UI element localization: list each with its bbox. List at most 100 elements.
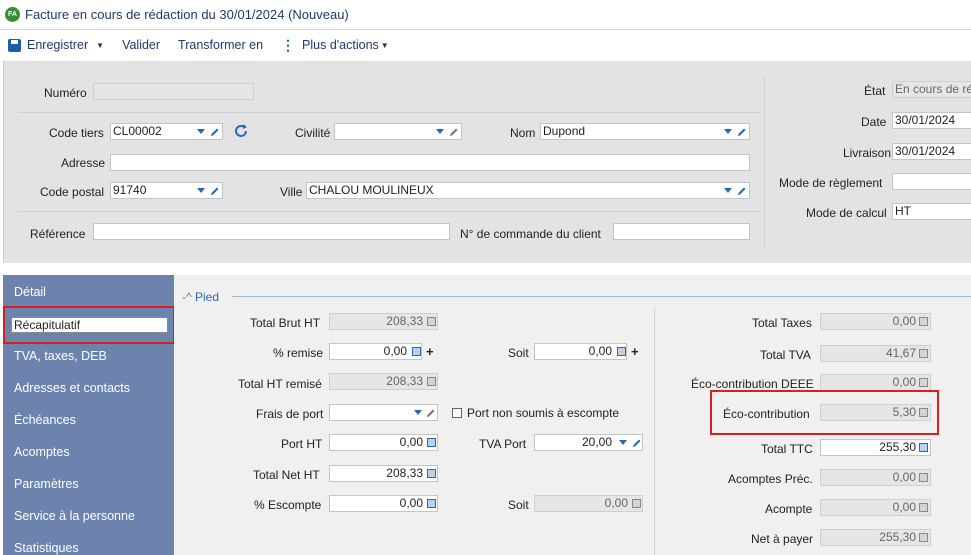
- ville-field[interactable]: CHALOU MOULINEUX: [306, 182, 750, 199]
- mode-calcul-label: Mode de calcul: [806, 206, 887, 220]
- mode-reglement-label: Mode de règlement: [779, 176, 883, 190]
- eco-deee-label: Éco-contribution DEEE: [691, 377, 814, 391]
- divider: [654, 308, 655, 555]
- total-ht-remise-field: 208,33: [329, 373, 438, 390]
- acompte-label: Acompte: [765, 502, 813, 516]
- calculator-icon[interactable]: [617, 347, 626, 356]
- total-ttc-label: Total TTC: [761, 442, 813, 456]
- validate-label: Valider: [122, 38, 161, 52]
- pied-title: Pied: [194, 290, 220, 304]
- soit-escompte-field: 0,00: [534, 495, 643, 512]
- chevron-down-icon[interactable]: [724, 188, 732, 193]
- vertical-dots-icon: ⋮: [281, 36, 296, 53]
- pied-section-header[interactable]: -^ Pied: [182, 290, 219, 304]
- sidebar-item-adresses[interactable]: Adresses et contacts: [14, 381, 130, 395]
- total-brut-field: 208,33: [329, 313, 438, 330]
- date-label: Date: [861, 115, 887, 129]
- reference-field[interactable]: [93, 223, 450, 240]
- divider: [18, 211, 761, 212]
- sidebar-item-acomptes[interactable]: Acomptes: [14, 445, 70, 459]
- commande-client-field[interactable]: [613, 223, 750, 240]
- chevron-down-icon[interactable]: [197, 188, 205, 193]
- soit-label: Soit: [508, 346, 529, 360]
- calculator-icon[interactable]: [427, 438, 436, 447]
- pencil-icon[interactable]: [426, 408, 436, 418]
- date-field[interactable]: 30/01/2024: [892, 112, 971, 129]
- nom-field[interactable]: Dupond: [540, 123, 750, 140]
- highlight-box: [3, 306, 175, 344]
- more-actions-button[interactable]: ⋮ Plus d'actions ▼: [281, 37, 389, 54]
- mode-calcul-field[interactable]: HT: [892, 203, 971, 220]
- chevron-down-icon[interactable]: [436, 129, 444, 134]
- numero-field: [93, 83, 254, 100]
- plus-icon[interactable]: +: [426, 345, 434, 358]
- toolbar: Enregistrer ▼ Valider Transformer en ⋮ P…: [0, 30, 971, 60]
- etat-field: En cours de ré: [892, 81, 971, 98]
- net-payer-field: 255,30: [820, 529, 931, 546]
- civilite-label: Civilité: [295, 126, 331, 140]
- ville-label: Ville: [280, 185, 303, 199]
- validate-button[interactable]: Valider: [122, 38, 160, 52]
- plus-icon[interactable]: +: [631, 345, 639, 358]
- pencil-icon[interactable]: [737, 186, 747, 196]
- pencil-icon[interactable]: [737, 127, 747, 137]
- total-ht-remise-label: Total HT remisé: [238, 377, 322, 391]
- chevron-down-icon[interactable]: [414, 410, 422, 415]
- etat-label: État: [864, 84, 886, 98]
- port-ht-field[interactable]: 0,00: [329, 434, 438, 451]
- sidebar-item-parametres[interactable]: Paramètres: [14, 477, 79, 491]
- sidebar-item-echeances[interactable]: Échéances: [14, 413, 76, 427]
- chevron-down-icon[interactable]: [619, 440, 627, 445]
- port-escompte-checkbox[interactable]: [452, 408, 462, 418]
- pencil-icon[interactable]: [632, 438, 642, 448]
- acompte-field: 0,00: [820, 499, 931, 516]
- port-escompte-label: Port non soumis à escompte: [467, 406, 620, 420]
- transform-button[interactable]: Transformer en: [178, 38, 263, 52]
- reference-label: Référence: [30, 227, 86, 241]
- refresh-icon[interactable]: [233, 123, 249, 139]
- sidebar-item-service-personne[interactable]: Service à la personne: [14, 509, 135, 523]
- numero-label: Numéro: [44, 86, 87, 100]
- commande-client-label: N° de commande du client: [460, 227, 601, 241]
- chevron-down-icon[interactable]: [197, 129, 205, 134]
- pencil-icon[interactable]: [449, 127, 459, 137]
- escompte-field[interactable]: 0,00: [329, 495, 438, 512]
- sidebar-item-tva[interactable]: TVA, taxes, DEB: [14, 349, 107, 363]
- highlight-box: [710, 390, 939, 435]
- calculator-icon[interactable]: [427, 469, 436, 478]
- soit-label: Soit: [508, 498, 529, 512]
- transform-label: Transformer en: [178, 38, 264, 52]
- sidebar-item-statistiques[interactable]: Statistiques: [14, 541, 79, 555]
- mode-reglement-field[interactable]: [892, 173, 971, 190]
- window-title: Facture en cours de rédaction du 30/01/2…: [25, 7, 349, 22]
- remise-label: % remise: [273, 346, 324, 360]
- adresse-label: Adresse: [61, 156, 106, 170]
- chevron-down-icon[interactable]: [724, 129, 732, 134]
- sidebar-item-detail[interactable]: Détail: [14, 285, 46, 299]
- pencil-icon[interactable]: [210, 186, 220, 196]
- adresse-field[interactable]: [110, 154, 750, 171]
- code-tiers-field[interactable]: CL00002: [110, 123, 223, 140]
- calculator-icon[interactable]: [412, 347, 421, 356]
- total-tva-field: 41,67: [820, 345, 931, 362]
- total-brut-label: Total Brut HT: [250, 316, 321, 330]
- total-tva-label: Total TVA: [760, 348, 811, 362]
- pencil-icon[interactable]: [210, 127, 220, 137]
- calculator-icon: [919, 503, 928, 512]
- port-ht-label: Port HT: [281, 437, 323, 451]
- save-button[interactable]: Enregistrer ▼: [8, 38, 104, 52]
- chevron-down-icon[interactable]: ▼: [96, 41, 104, 50]
- acomptes-prec-label: Acomptes Préc.: [728, 472, 813, 486]
- collapse-icon[interactable]: -^: [182, 290, 192, 304]
- calculator-icon: [919, 473, 928, 482]
- calculator-icon[interactable]: [427, 499, 436, 508]
- remise-field[interactable]: 0,00: [329, 343, 422, 360]
- divider: [18, 112, 761, 113]
- calculator-icon[interactable]: [919, 443, 928, 452]
- soit-remise-field[interactable]: 0,00: [534, 343, 627, 360]
- livraison-field[interactable]: 30/01/2024: [892, 143, 971, 160]
- code-postal-field[interactable]: 91740: [110, 182, 223, 199]
- calculator-icon: [427, 317, 436, 326]
- tva-port-label: TVA Port: [479, 437, 527, 451]
- total-net-label: Total Net HT: [253, 468, 320, 482]
